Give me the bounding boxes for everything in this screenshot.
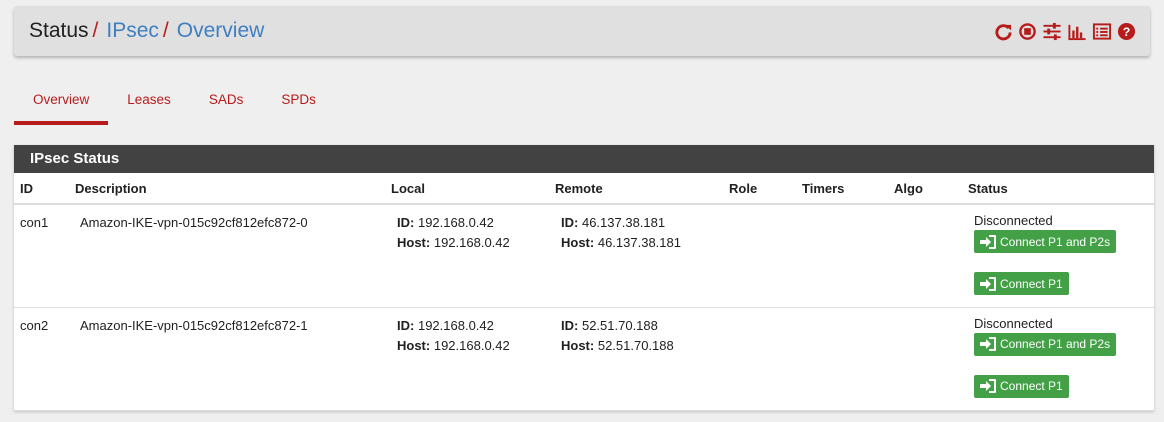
remote-id-label: ID: [561,317,579,333]
connection-id: con2 [20,317,49,333]
sign-in-icon [980,276,996,291]
breadcrumb-status: Status [29,19,89,42]
tab-leases[interactable]: Leases [108,80,190,125]
tab-spds[interactable]: SPDs [262,80,335,125]
panel-title: IPsec Status [14,145,1154,173]
sign-in-icon [980,379,996,393]
breadcrumb-separator: / [162,19,169,42]
column-header-algo[interactable]: Algo [894,173,968,205]
local-endpoint: ID: 192.168.0.42 Host: 192.168.0.42 [397,308,555,356]
button-label: Connect P1 and P2s [1000,234,1111,249]
ipsec-status-table: ID Description Local Remote Role Timers … [14,173,1154,411]
local-host-value: 192.168.0.42 [433,235,510,250]
connection-status: Disconnected [974,315,1053,331]
connect-p1-and-p2s-button[interactable]: Connect P1 and P2s [974,332,1117,356]
remote-id-value: 52.51.70.188 [581,317,658,333]
local-host-value: 192.168.0.42 [433,337,510,353]
connection-description: Amazon-IKE-vpn-015c92cf812efc872-0 [80,215,308,230]
reload-icon[interactable] [994,22,1013,41]
remote-host-label: Host: [561,337,595,353]
sign-in-icon [980,234,996,249]
column-header-id[interactable]: ID [14,173,74,205]
column-header-status[interactable]: Status [968,173,1154,205]
stop-icon[interactable] [1018,22,1037,41]
connect-p1-button[interactable]: Connect P1 [974,272,1069,295]
local-endpoint: ID: 192.168.0.42 Host: 192.168.0.42 [397,205,555,253]
remote-id-label: ID: [561,215,579,230]
column-header-timers[interactable]: Timers [802,173,894,205]
table-row: con1 Amazon-IKE-vpn-015c92cf812efc872-0 … [14,204,1154,307]
column-header-role[interactable]: Role [729,173,802,205]
button-label: Connect P1 [1000,379,1063,393]
connection-status: Disconnected [974,213,1053,228]
remote-id-value: 46.137.38.181 [581,215,666,230]
table-row: con2 Amazon-IKE-vpn-015c92cf812efc872-1 … [14,307,1154,410]
table-header-row: ID Description Local Remote Role Timers … [14,173,1154,205]
local-host-label: Host: [397,235,431,250]
local-id-value: 192.168.0.42 [417,317,494,333]
local-host-label: Host: [397,337,431,353]
connection-id: con1 [20,215,49,230]
tab-overview[interactable]: Overview [14,80,109,125]
svg-text:?: ? [1123,24,1131,38]
help-icon[interactable]: ? [1117,22,1136,41]
connection-description: Amazon-IKE-vpn-015c92cf812efc872-1 [80,317,308,333]
breadcrumb: Status / IPsec / Overview [29,19,264,43]
remote-endpoint: ID: 52.51.70.188 Host: 52.51.70.188 [561,308,729,356]
breadcrumb-bar: Status / IPsec / Overview ? [14,6,1150,56]
local-id-label: ID: [397,317,415,333]
breadcrumb-separator: / [92,19,99,42]
bar-chart-icon[interactable] [1067,22,1087,41]
connect-p1-and-p2s-button[interactable]: Connect P1 and P2s [974,230,1117,253]
breadcrumb-ipsec-link[interactable]: IPsec [106,19,159,43]
header-icons: ? [994,22,1136,41]
tab-bar: Overview Leases SADs SPDs [14,80,335,125]
button-label: Connect P1 [1000,276,1063,291]
local-id-label: ID: [397,215,415,230]
local-id-value: 192.168.0.42 [417,215,494,230]
button-label: Connect P1 and P2s [1000,337,1111,351]
remote-host-label: Host: [561,235,595,250]
ipsec-status-panel: IPsec Status ID Description Local Remote… [14,145,1154,411]
column-header-local[interactable]: Local [391,173,555,205]
column-header-description[interactable]: Description [74,173,391,205]
remote-host-value: 46.137.38.181 [597,235,681,250]
breadcrumb-overview-link[interactable]: Overview [177,19,265,43]
tab-sads[interactable]: SADs [190,80,263,125]
connect-p1-button[interactable]: Connect P1 [974,374,1069,398]
remote-endpoint: ID: 46.137.38.181 Host: 46.137.38.181 [561,205,729,253]
list-icon[interactable] [1092,22,1112,41]
remote-host-value: 52.51.70.188 [597,337,674,353]
sign-in-icon [980,337,996,351]
sliders-icon[interactable] [1042,22,1062,41]
column-header-remote[interactable]: Remote [555,173,729,205]
